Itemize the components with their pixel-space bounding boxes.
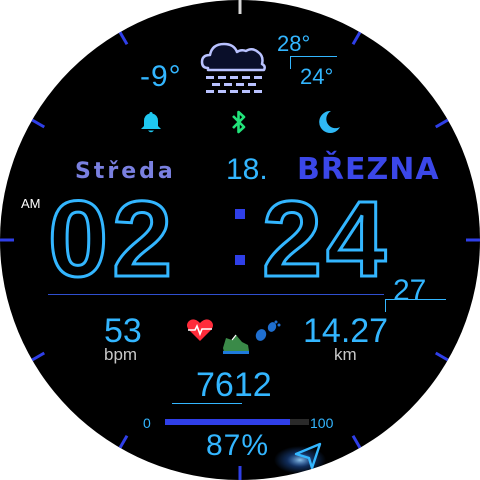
heart-pulse-icon — [187, 319, 213, 341]
colon-bottom-dot — [235, 255, 245, 265]
distance-value: 14.27 — [303, 312, 389, 350]
walking-shoe-icon — [223, 320, 281, 354]
hour-tick — [351, 27, 364, 46]
moon-icon — [319, 110, 340, 133]
hours-display: 02 — [46, 178, 177, 299]
watch-face: -9° 28° 24° Středa 18. BŘEZNA AM 02 24 2… — [0, 0, 480, 480]
low-temperature: 24° — [300, 64, 334, 89]
cloud-snow-icon — [200, 42, 266, 93]
high-temperature: 28° — [277, 31, 311, 56]
hour-tick — [434, 116, 453, 129]
current-temperature: -9° — [140, 60, 182, 93]
hour-tick — [27, 116, 46, 129]
battery-percent: 87% — [206, 429, 270, 462]
hour-tick — [116, 27, 129, 46]
minutes-display: 24 — [260, 178, 391, 299]
am-pm-indicator: AM — [21, 196, 41, 211]
hour-tick — [351, 434, 364, 453]
heart-rate-unit: bpm — [104, 345, 138, 364]
hour-tick — [116, 434, 129, 453]
colon-top-dot — [235, 209, 245, 219]
steps-underline — [172, 403, 242, 404]
step-count: 7612 — [196, 366, 272, 404]
bluetooth-icon — [232, 110, 246, 134]
hour-tick — [27, 351, 46, 364]
seconds-bracket — [385, 299, 446, 312]
send-arrow-icon — [274, 442, 326, 474]
hour-tick — [434, 351, 453, 364]
heart-rate-value: 53 — [104, 312, 142, 350]
distance-unit: km — [334, 345, 357, 364]
battery-min-label: 0 — [143, 415, 151, 431]
bell-icon — [141, 112, 161, 133]
time-underline — [48, 294, 384, 295]
